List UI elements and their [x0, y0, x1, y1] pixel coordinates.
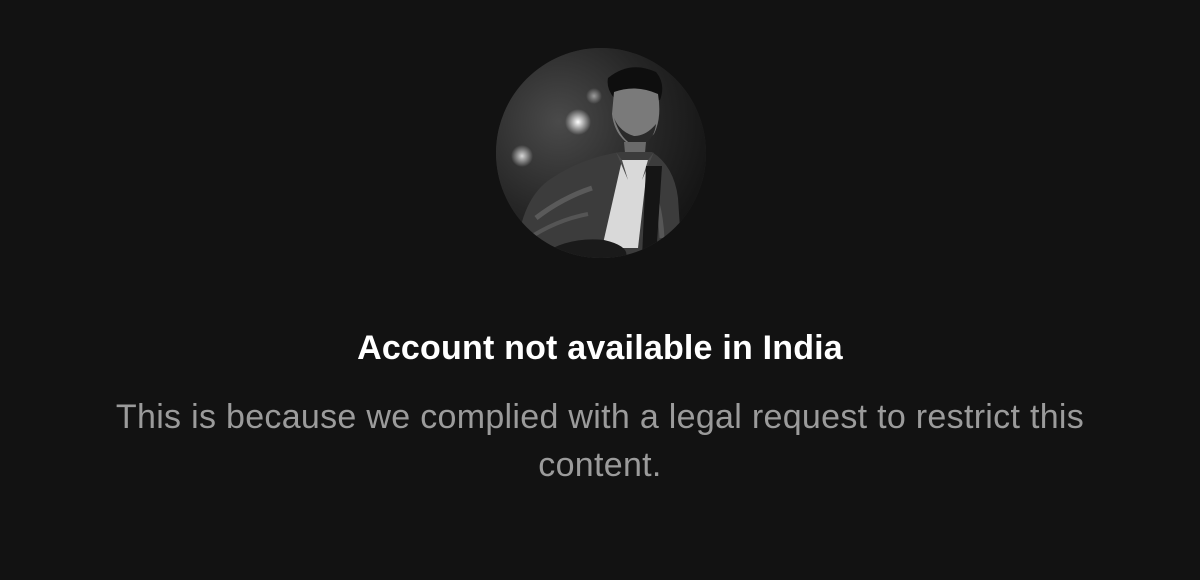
restricted-account-screen: Account not available in India This is b… — [0, 0, 1200, 580]
unavailable-title: Account not available in India — [357, 329, 843, 367]
profile-avatar — [496, 48, 706, 258]
profile-photo-icon — [496, 48, 706, 258]
legal-restriction-message: This is because we complied with a legal… — [115, 398, 1085, 484]
